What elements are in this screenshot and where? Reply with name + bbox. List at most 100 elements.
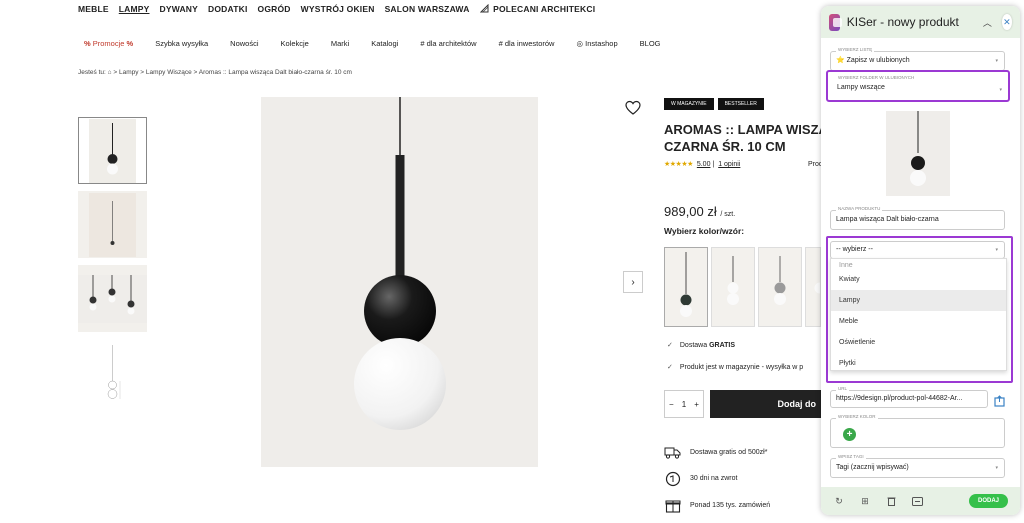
product-name-label: NAZWA PRODUKTU: [836, 206, 883, 211]
variant-option[interactable]: [711, 247, 755, 327]
nav-lampy[interactable]: LAMPY: [119, 4, 150, 14]
thumbnail-3-image: [78, 274, 147, 323]
thumbnail-1-image: [89, 118, 136, 183]
perk-returns: 30 dni na zwrot: [664, 471, 737, 486]
kiser-panel: KISer - nowy produkt ︿ ✕ WYBIERZ LISTĘ ⭐…: [821, 6, 1020, 515]
tags-input[interactable]: WPISZ TAGI Tagi (zacznij wpisywać) ▾: [830, 454, 1005, 478]
stock-info-text: Produkt jest w magazynie - wysyłka w p: [679, 364, 804, 371]
add-color-icon[interactable]: +: [843, 428, 856, 441]
delivery-label: Dostawa: [679, 342, 708, 349]
nav-meble[interactable]: MEBLE: [78, 4, 109, 14]
category-option-meble[interactable]: Meble: [831, 311, 1006, 332]
chevron-down-icon: ▾: [995, 247, 998, 253]
subnav-instashop[interactable]: ◎ Instashop: [576, 39, 617, 48]
architect-triangle-icon: [479, 3, 489, 13]
return-30-icon: [664, 471, 681, 486]
delivery-value: GRATIS: [709, 342, 735, 349]
variant-option[interactable]: [664, 247, 708, 327]
nav-wystroj-okien[interactable]: WYSTRÓJ OKIEN: [301, 4, 375, 14]
kiser-panel-title: KISer - nowy produkt: [846, 15, 959, 29]
chevron-up-icon[interactable]: ︿: [983, 16, 992, 29]
subnav-szybka-wysylka[interactable]: Szybka wysyłka: [155, 39, 208, 48]
add-button[interactable]: DODAJ: [968, 494, 1008, 508]
subnav-nowosci[interactable]: Nowości: [230, 39, 258, 48]
category-option-kwiaty[interactable]: Kwiaty: [831, 269, 1006, 290]
gift-box-icon: [664, 498, 681, 513]
subnav-katalogi[interactable]: Katalogi: [371, 39, 398, 48]
rating-value-link[interactable]: 5.00: [697, 161, 711, 168]
variant-option[interactable]: [758, 247, 802, 327]
qty-value[interactable]: 1: [682, 400, 686, 409]
reviews-link[interactable]: 1 opinii: [718, 161, 740, 168]
perk-orders: Ponad 135 tys. zamówień: [664, 498, 770, 513]
trash-icon[interactable]: [885, 495, 897, 507]
category-select[interactable]: -- wybierz -- ▾: [830, 241, 1005, 259]
folder-select[interactable]: WYBIERZ FOLDER W ULUBIONYCH Lampy wisząc…: [826, 70, 1010, 102]
product-price: 989,00 zł / szt.: [664, 204, 735, 219]
rating-stars-icon: ★★★★★: [664, 161, 693, 168]
stock-info: ✓ Produkt jest w magazynie - wysyłka w p: [667, 363, 803, 371]
nav-polecani-architekci-label: POLECANI ARCHITEKCI: [493, 4, 596, 14]
price-unit: / szt.: [720, 211, 736, 218]
top-navigation: MEBLE LAMPY DYWANY DODATKI OGRÓD WYSTRÓJ…: [78, 3, 596, 14]
close-icon[interactable]: ✕: [1001, 14, 1012, 30]
truck-icon: [664, 445, 681, 460]
thumbnail-3[interactable]: [78, 265, 147, 332]
price-value: 989,00 zł: [664, 204, 717, 219]
category-option-inne[interactable]: Inne: [831, 259, 1006, 269]
variant-option-image: [727, 256, 739, 305]
sub-navigation: % Promocje % Szybka wysyłka Nowości Kole…: [84, 39, 660, 48]
category-select-value: -- wybierz --: [836, 246, 873, 253]
subnav-promocje[interactable]: % Promocje %: [84, 39, 133, 48]
subnav-marki[interactable]: Marki: [331, 39, 349, 48]
variant-option[interactable]: [805, 247, 826, 327]
grid-icon[interactable]: ⊞: [859, 495, 871, 507]
quantity-stepper[interactable]: − 1 +: [664, 390, 704, 418]
badge-bestseller: BESTSELLER: [717, 98, 764, 110]
refresh-icon[interactable]: ↻: [833, 495, 845, 507]
choose-variant-label: Wybierz kolor/wzór:: [664, 226, 745, 236]
nav-dodatki[interactable]: DODATKI: [208, 4, 248, 14]
next-image-button[interactable]: ›: [623, 271, 643, 293]
product-name-value: Lampa wisząca Dalt biało-czarna: [836, 216, 939, 223]
subnav-blog[interactable]: BLOG: [640, 39, 661, 48]
color-picker[interactable]: WYBIERZ KOLOR +: [830, 414, 1005, 448]
subnav-kolekcje[interactable]: Kolekcje: [281, 39, 309, 48]
nav-dywany[interactable]: DYWANY: [160, 4, 199, 14]
product-title-line-2: CZARNA ŚR. 10 CM: [664, 139, 786, 154]
folder-select-value: Lampy wiszące: [837, 84, 885, 91]
qty-minus-button[interactable]: −: [669, 400, 674, 409]
nav-ogrod[interactable]: OGRÓD: [258, 4, 291, 14]
breadcrumb[interactable]: Jesteś tu: ⌂ > Lampy > Lampy Wiszące > A…: [78, 69, 352, 76]
subnav-promocje-label: Promocje: [92, 39, 125, 48]
url-input[interactable]: URL https://9design.pl/product-pol-44682…: [830, 386, 988, 408]
variant-list: [664, 247, 826, 327]
url-value: https://9design.pl/product-pol-44682-Ar.…: [836, 395, 963, 402]
perk-returns-text: 30 dni na zwrot: [690, 475, 738, 482]
check-icon: ✓: [667, 342, 673, 349]
thumbnail-1[interactable]: [78, 117, 147, 184]
subnav-instashop-label: Instashop: [585, 39, 618, 48]
heart-icon[interactable]: [625, 100, 641, 116]
category-option-oswietlenie[interactable]: Oświetlenie: [831, 332, 1006, 353]
clipboard-icon[interactable]: [994, 395, 1005, 407]
subnav-dla-architektow[interactable]: # dla architektów: [420, 39, 476, 48]
check-icon: ✓: [667, 364, 673, 371]
qty-plus-button[interactable]: +: [694, 400, 699, 409]
category-option-plytki[interactable]: Płytki: [831, 353, 1006, 370]
nav-salon-warszawa[interactable]: SALON WARSZAWA: [385, 4, 470, 14]
list-select[interactable]: WYBIERZ LISTĘ ⭐ Zapisz w ulubionych ▾: [830, 47, 1005, 71]
folder-select-label: WYBIERZ FOLDER W ULUBIONYCH: [836, 75, 917, 80]
add-to-cart-button[interactable]: Dodaj do: [710, 390, 822, 418]
thumbnail-2[interactable]: [78, 191, 147, 258]
subnav-dla-inwestorow[interactable]: # dla inwestorów: [499, 39, 555, 48]
badge-in-stock: W MAGAZYNIE: [664, 98, 714, 110]
main-product-image[interactable]: [261, 97, 538, 467]
category-option-lampy[interactable]: Lampy: [831, 290, 1006, 311]
product-name-input[interactable]: NAZWA PRODUKTU Lampa wisząca Dalt biało-…: [830, 206, 1005, 230]
image-icon[interactable]: [911, 495, 923, 507]
thumbnail-4[interactable]: [78, 339, 147, 406]
nav-polecani-architekci[interactable]: POLECANI ARCHITEKCI: [479, 3, 596, 14]
product-title: AROMAS :: LAMPA WISZĄC CZARNA ŚR. 10 CM: [664, 121, 834, 155]
perk-free-delivery: Dostawa gratis od 500zł*: [664, 445, 767, 460]
